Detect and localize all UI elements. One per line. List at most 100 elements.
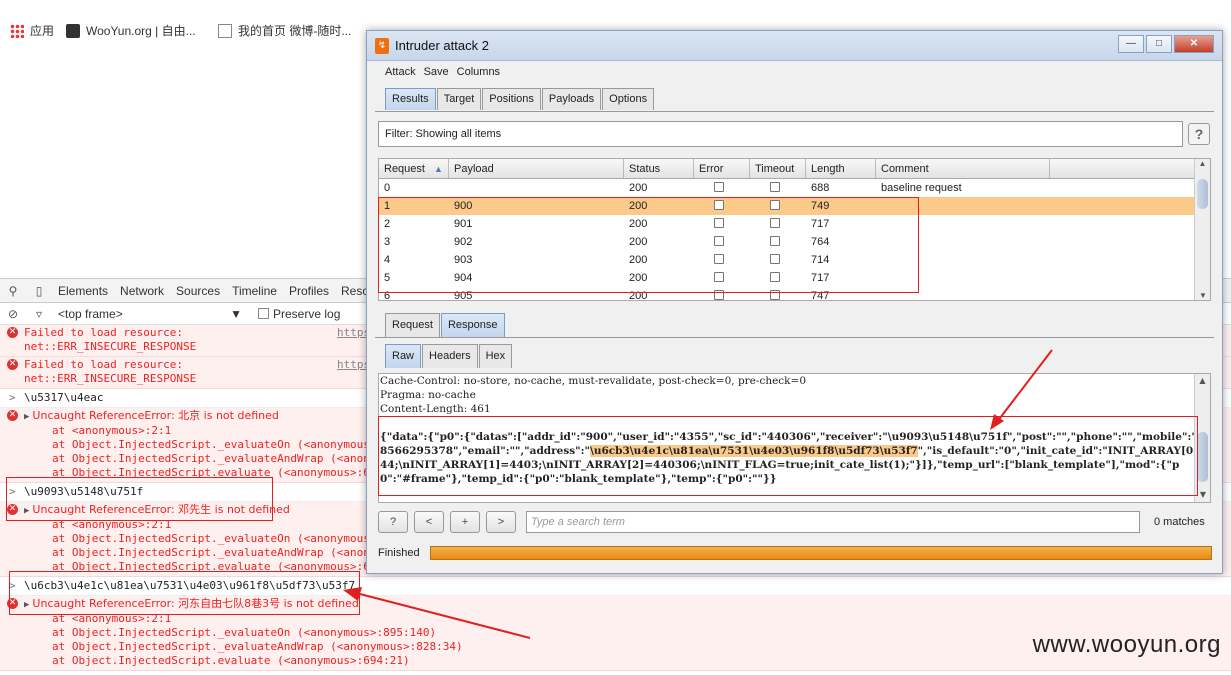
main-tabs: Results Target Positions Payloads Option… <box>385 88 655 110</box>
column-request[interactable]: Request ▲ <box>379 159 449 178</box>
search-icon[interactable]: ⚲ <box>0 284 26 298</box>
filter-bar[interactable]: Filter: Showing all items <box>378 121 1183 147</box>
error-checkbox[interactable] <box>714 289 724 300</box>
clear-console-icon[interactable]: ⊘ <box>0 307 26 321</box>
tab-raw[interactable]: Raw <box>385 344 422 368</box>
table-row[interactable]: 0 200 688 baseline request <box>379 179 1210 197</box>
timeout-checkbox[interactable] <box>770 199 780 210</box>
cell-error <box>694 271 750 285</box>
prompt-icon: > <box>9 391 16 404</box>
table-row[interactable]: 1 900 200 749 <box>379 197 1210 215</box>
column-length[interactable]: Length <box>806 159 876 178</box>
menu-columns[interactable]: Columns <box>457 66 500 78</box>
tab-profiles[interactable]: Profiles <box>283 284 335 298</box>
maximize-icon[interactable]: □ <box>1146 35 1172 53</box>
scroll-down-icon[interactable]: ▼ <box>1195 488 1210 502</box>
cell-length: 764 <box>811 236 830 248</box>
bookmark-weibo[interactable]: 我的首页 微博-随时... <box>218 22 351 39</box>
search-next-button[interactable]: > <box>486 511 516 533</box>
table-scrollbar[interactable]: ▲ ▼ <box>1194 159 1210 300</box>
timeout-checkbox[interactable] <box>770 253 780 264</box>
column-payload[interactable]: Payload <box>449 159 624 178</box>
close-icon[interactable]: ✕ <box>1174 35 1214 53</box>
status-bar: Finished <box>378 543 1214 563</box>
table-row[interactable]: 6 905 200 747 <box>379 287 1210 301</box>
tab-payloads[interactable]: Payloads <box>541 88 602 110</box>
cell-request: 6 <box>384 290 391 301</box>
tab-results[interactable]: Results <box>385 88 436 110</box>
cell-payload: 903 <box>454 254 473 266</box>
error-checkbox[interactable] <box>714 271 724 282</box>
tab-sources[interactable]: Sources <box>170 284 226 298</box>
table-row[interactable]: 4 903 200 714 <box>379 251 1210 269</box>
error-checkbox[interactable] <box>714 199 724 210</box>
response-scrollbar[interactable]: ▲ ▼ <box>1194 374 1210 502</box>
tab-request[interactable]: Request <box>385 313 440 337</box>
error-checkbox[interactable] <box>714 181 724 192</box>
tab-target[interactable]: Target <box>436 88 482 110</box>
scroll-down-icon[interactable]: ▼ <box>1195 291 1210 300</box>
menu-attack[interactable]: Attack <box>385 66 416 78</box>
tab-elements[interactable]: Elements <box>52 284 114 298</box>
search-add-button[interactable]: + <box>450 511 480 533</box>
preserve-log-checkbox[interactable] <box>258 308 269 319</box>
frame-select[interactable]: <top frame> ▼ <box>52 307 242 321</box>
scroll-thumb[interactable] <box>1197 432 1208 482</box>
preserve-log-label: Preserve log <box>273 306 341 321</box>
tab-options[interactable]: Options <box>602 88 655 110</box>
expand-triangle-icon[interactable]: ▶ <box>24 412 29 422</box>
table-row[interactable]: 3 902 200 764 <box>379 233 1210 251</box>
timeout-checkbox[interactable] <box>770 271 780 282</box>
error-icon: ✕ <box>7 327 18 338</box>
cell-error <box>694 253 750 267</box>
scroll-up-icon[interactable]: ▲ <box>1195 159 1210 168</box>
expand-triangle-icon[interactable]: ▶ <box>24 506 29 516</box>
table-row[interactable]: 2 901 200 717 <box>379 215 1210 233</box>
cell-status: 200 <box>629 200 648 212</box>
tab-positions[interactable]: Positions <box>482 88 541 110</box>
cell-request: 4 <box>384 254 391 266</box>
column-error[interactable]: Error <box>694 159 750 178</box>
error-checkbox[interactable] <box>714 253 724 264</box>
view-tabs: Raw Headers Hex <box>385 344 513 368</box>
timeout-checkbox[interactable] <box>770 235 780 246</box>
error-checkbox[interactable] <box>714 217 724 228</box>
scroll-up-icon[interactable]: ▲ <box>1195 374 1210 388</box>
column-status[interactable]: Status <box>624 159 694 178</box>
error-checkbox[interactable] <box>714 235 724 246</box>
tab-network[interactable]: Network <box>114 284 170 298</box>
cell-payload: 904 <box>454 272 473 284</box>
menu-save[interactable]: Save <box>424 66 449 78</box>
cell-length: 714 <box>811 254 830 266</box>
search-help-button[interactable]: ? <box>378 511 408 533</box>
response-viewer[interactable]: Cache-Control: no-store, no-cache, must-… <box>378 373 1211 503</box>
cell-payload: 902 <box>454 236 473 248</box>
tab-response[interactable]: Response <box>440 313 505 337</box>
filter-icon[interactable]: ▿ <box>26 307 52 321</box>
timeout-checkbox[interactable] <box>770 181 780 192</box>
timeout-checkbox[interactable] <box>770 217 780 228</box>
window-titlebar[interactable]: ↯ Intruder attack 2 — □ ✕ <box>367 31 1222 61</box>
scroll-thumb[interactable] <box>1197 179 1208 209</box>
table-row[interactable]: 5 904 200 717 <box>379 269 1210 287</box>
cell-length: 688 <box>811 182 830 194</box>
expand-triangle-icon[interactable]: ▶ <box>24 600 29 610</box>
column-comment[interactable]: Comment <box>876 159 1050 178</box>
cell-error <box>694 235 750 249</box>
tab-hex[interactable]: Hex <box>478 344 513 368</box>
bookmark-wooyun[interactable]: WooYun.org | 自由... <box>66 22 196 39</box>
bookmark-apps[interactable]: 应用 <box>10 22 54 39</box>
prompt-icon: > <box>9 579 16 592</box>
cell-length: 749 <box>811 200 830 212</box>
search-prev-button[interactable]: < <box>414 511 444 533</box>
tab-headers[interactable]: Headers <box>422 344 478 368</box>
device-icon[interactable]: ▯ <box>26 284 52 298</box>
cell-payload: 905 <box>454 290 473 301</box>
window-title: Intruder attack 2 <box>395 38 489 53</box>
column-timeout[interactable]: Timeout <box>750 159 806 178</box>
tab-timeline[interactable]: Timeline <box>226 284 283 298</box>
help-button[interactable]: ? <box>1188 123 1210 145</box>
timeout-checkbox[interactable] <box>770 289 780 300</box>
search-input[interactable]: Type a search term <box>526 511 1140 533</box>
minimize-icon[interactable]: — <box>1118 35 1144 53</box>
